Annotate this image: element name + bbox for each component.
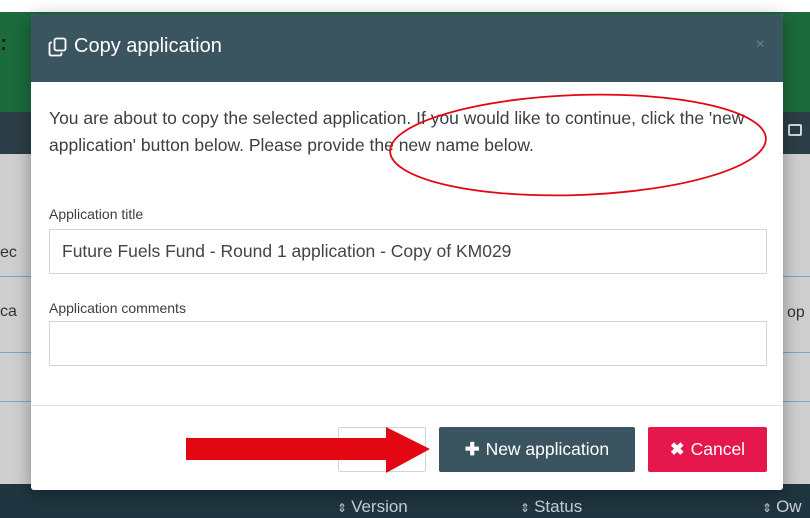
- modal-header: Copy application ×: [31, 14, 783, 82]
- application-title-label: Application title: [49, 206, 144, 222]
- copy-icon: [48, 37, 67, 56]
- column-header-label: Status: [534, 497, 583, 516]
- column-header-status[interactable]: ⇕ Status: [520, 497, 582, 517]
- column-header-label: Ow: [776, 497, 802, 516]
- back-button[interactable]: Back: [338, 427, 426, 472]
- modal-title: Copy application: [74, 35, 222, 57]
- background-colon: :: [0, 30, 8, 55]
- column-header-owner[interactable]: ⇕ Ow: [762, 497, 802, 517]
- x-icon: ✖: [669, 439, 685, 459]
- sort-icon: ⇕: [337, 501, 348, 515]
- sort-icon: ⇕: [762, 501, 773, 515]
- chat-icon[interactable]: [788, 124, 802, 136]
- application-comments-label: Application comments: [49, 300, 186, 316]
- background-text-fragment: ec: [0, 244, 17, 261]
- plus-icon: ✚: [464, 439, 480, 459]
- background-strip: [0, 0, 810, 12]
- cancel-button[interactable]: ✖ Cancel: [648, 427, 767, 472]
- close-icon[interactable]: ×: [756, 36, 765, 54]
- sort-icon: ⇕: [520, 501, 531, 515]
- modal-message: You are about to copy the selected appli…: [49, 108, 745, 155]
- new-application-button[interactable]: ✚ New application: [439, 427, 635, 472]
- application-title-input[interactable]: [49, 229, 767, 274]
- background-text-fragment: op: [787, 304, 805, 321]
- copy-application-modal: Copy application × You are about to copy…: [31, 14, 783, 490]
- application-comments-input[interactable]: [49, 321, 767, 366]
- background-text-fragment: ca: [0, 303, 17, 320]
- new-application-button-label: New application: [485, 439, 610, 459]
- column-header-version[interactable]: ⇕ Version: [337, 497, 408, 517]
- column-header-label: Version: [351, 497, 408, 516]
- back-button-label: Back: [362, 439, 402, 459]
- cancel-button-label: Cancel: [690, 439, 746, 459]
- modal-footer-divider: [31, 405, 783, 406]
- modal-title-wrap: Copy application: [48, 35, 222, 58]
